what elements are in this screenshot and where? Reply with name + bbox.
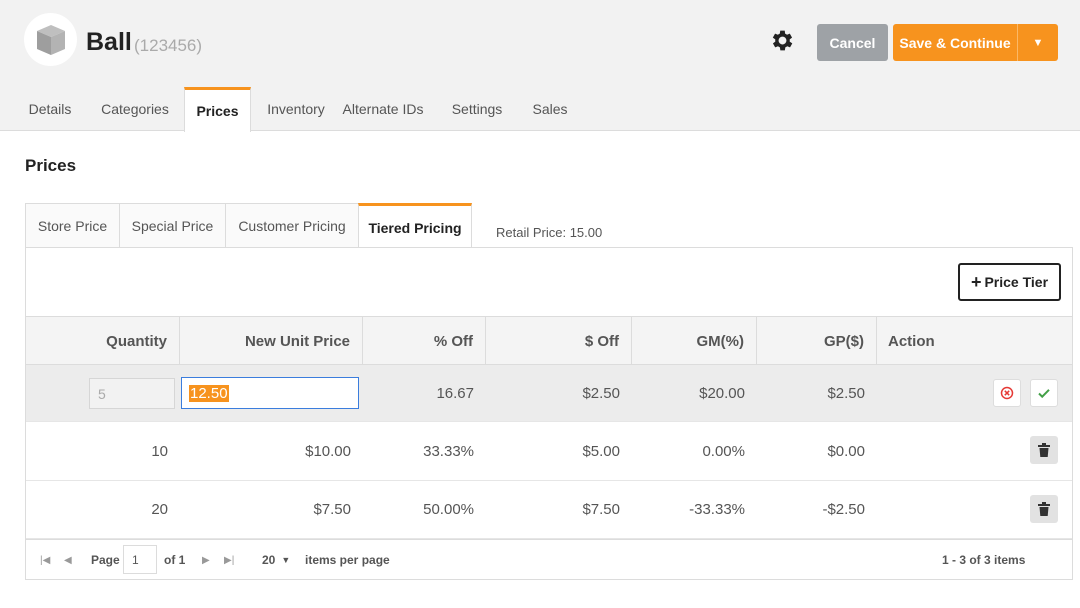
per-page-label: items per page	[305, 553, 390, 567]
page-count: of 1	[164, 553, 186, 567]
cell-unit-price: $10.00	[305, 442, 351, 460]
last-page-icon[interactable]: ▶|	[224, 540, 234, 580]
cell-pct-off: 16.67	[436, 384, 474, 402]
subtab-tiered-pricing[interactable]: Tiered Pricing	[358, 203, 472, 249]
page-label: Page	[91, 553, 120, 567]
tab-categories[interactable]: Categories	[95, 87, 175, 131]
cancel-button[interactable]: Cancel	[817, 24, 888, 61]
col-gm[interactable]: GM(%)	[632, 317, 757, 365]
caret-down-icon: ▼	[1032, 36, 1044, 49]
cell-quantity: 20	[151, 501, 168, 518]
delete-tier-button[interactable]	[1030, 495, 1058, 523]
page-input[interactable]: 1	[123, 545, 157, 574]
product-id: (123456)	[134, 36, 203, 55]
cell-pct-off: 50.00%	[423, 501, 474, 518]
cell-pct-off: 33.33%	[423, 442, 474, 460]
quantity-input[interactable]: 5	[89, 378, 175, 409]
product-avatar	[24, 13, 77, 66]
cell-dollar-off: $2.50	[582, 384, 620, 402]
table-row-editing: 5 12.50 16.67 $2.50 $20.00 $2.50	[26, 365, 1072, 422]
cancel-edit-button[interactable]	[993, 379, 1021, 407]
per-page-select[interactable]: 20 ▼	[262, 540, 290, 580]
cell-gm: 0.00%	[702, 442, 745, 460]
cell-unit-price: $7.50	[313, 501, 351, 518]
col-pct-off[interactable]: % Off	[363, 317, 486, 365]
tab-details[interactable]: Details	[18, 87, 82, 131]
page-header: Ball (123456) Cancel Save & Continue ▼ D…	[0, 0, 1080, 132]
gear-icon[interactable]	[769, 27, 796, 54]
retail-price: Retail Price: 15.00	[496, 225, 603, 240]
per-page-value: 20	[262, 553, 276, 567]
box-icon	[36, 24, 65, 55]
cell-gp: $2.50	[827, 384, 865, 402]
delete-tier-button[interactable]	[1030, 436, 1058, 464]
cell-dollar-off: $7.50	[582, 501, 620, 518]
grid-pager: |◀ ◀ Page 1 of 1 ▶ ▶| 20 ▼ items per pag…	[26, 539, 1072, 579]
cell-quantity: 10	[151, 442, 168, 460]
next-page-icon[interactable]: ▶	[202, 540, 210, 580]
cell-gm: $20.00	[699, 384, 745, 402]
col-quantity[interactable]: Quantity	[26, 317, 180, 365]
save-options-dropdown[interactable]: ▼	[1017, 24, 1058, 61]
grid-header: Quantity New Unit Price % Off $ Off GM(%…	[26, 316, 1072, 365]
col-new-unit-price[interactable]: New Unit Price	[180, 317, 363, 365]
add-price-tier-button[interactable]: + Price Tier	[958, 263, 1061, 301]
tab-sales[interactable]: Sales	[525, 87, 575, 131]
cancel-circle-icon	[1000, 386, 1014, 400]
subtab-store-price[interactable]: Store Price	[25, 203, 120, 248]
tab-alternate-ids[interactable]: Alternate IDs	[338, 87, 428, 131]
save-continue-button[interactable]: Save & Continue	[893, 24, 1017, 61]
col-action: Action	[888, 332, 935, 350]
cell-dollar-off: $5.00	[582, 442, 620, 460]
subtab-special-price[interactable]: Special Price	[119, 203, 226, 248]
unit-price-value: 12.50	[189, 384, 229, 402]
check-icon	[1038, 389, 1050, 399]
page-title: Ball	[86, 28, 132, 56]
cell-gm: -33.33%	[689, 501, 745, 518]
tab-inventory[interactable]: Inventory	[262, 87, 330, 131]
tab-prices[interactable]: Prices	[184, 87, 251, 132]
add-price-tier-label: Price Tier	[984, 274, 1049, 290]
cell-gp: -$2.50	[822, 501, 865, 518]
save-edit-button[interactable]	[1030, 379, 1058, 407]
tab-settings[interactable]: Settings	[445, 87, 509, 131]
col-dollar-off[interactable]: $ Off	[486, 317, 632, 365]
col-gp[interactable]: GP($)	[757, 317, 877, 365]
prev-page-icon[interactable]: ◀	[64, 540, 72, 580]
chevron-down-icon: ▼	[281, 555, 291, 565]
subtab-customer-pricing[interactable]: Customer Pricing	[225, 203, 359, 248]
table-row: 20 $7.50 50.00% $7.50 -33.33% -$2.50	[26, 481, 1072, 539]
plus-icon: +	[970, 272, 982, 292]
trash-icon	[1038, 502, 1050, 516]
first-page-icon[interactable]: |◀	[40, 540, 50, 580]
trash-icon	[1038, 443, 1050, 457]
section-title: Prices	[25, 156, 77, 175]
table-row: 10 $10.00 33.33% $5.00 0.00% $0.00	[26, 422, 1072, 481]
items-summary: 1 - 3 of 3 items	[942, 553, 1026, 567]
cell-gp: $0.00	[827, 442, 865, 460]
unit-price-input[interactable]: 12.50	[181, 377, 359, 409]
